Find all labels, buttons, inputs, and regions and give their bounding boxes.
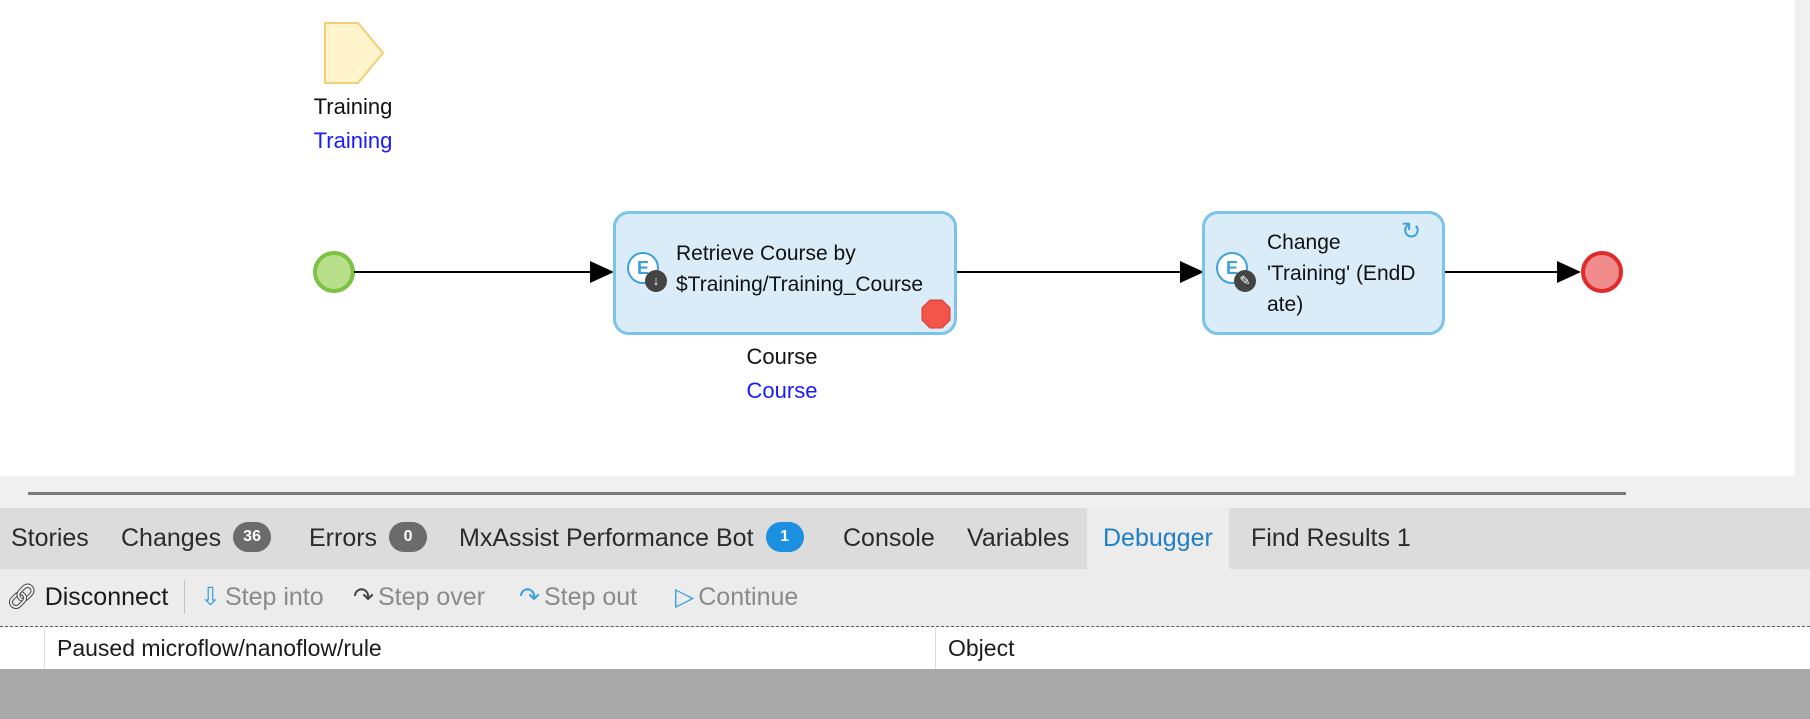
tab-console[interactable]: Console <box>843 508 935 569</box>
changes-count-badge: 36 <box>233 522 272 553</box>
continue-label: Continue <box>698 583 799 611</box>
pencil-icon: ✎ <box>1234 270 1256 292</box>
refresh-icon: ↻ <box>1401 218 1422 245</box>
toolbar-separator <box>184 580 185 614</box>
step-out-label: Step out <box>543 583 638 611</box>
activity-output-name: Course <box>746 344 818 369</box>
activity-caption: Retrieve Course by $Training/Training_Co… <box>676 242 924 296</box>
step-into-button[interactable]: ⇩ Step into <box>200 569 324 626</box>
parameter-name: Training <box>313 94 393 119</box>
step-over-label: Step over <box>377 583 485 611</box>
tab-label: Errors <box>309 524 378 552</box>
tab-label: Changes <box>121 524 222 552</box>
step-into-label: Step into <box>224 583 324 611</box>
column-divider <box>44 627 45 669</box>
end-event[interactable] <box>1581 251 1623 293</box>
vertical-scrollbar[interactable] <box>1795 0 1810 508</box>
disconnect-button[interactable]: 🔗︎ Disconnect <box>6 569 168 626</box>
flow-arrow-2 <box>1180 261 1204 283</box>
step-out-icon: ↷ <box>519 583 540 611</box>
column-divider <box>935 627 936 669</box>
tab-changes[interactable]: Changes 36 <box>121 508 272 569</box>
flow-arrow-1 <box>590 261 614 283</box>
download-icon: ↓ <box>645 270 667 292</box>
mxassist-count-badge: 1 <box>765 522 804 553</box>
tab-errors[interactable]: Errors 0 <box>309 508 428 569</box>
paused-flows-grid-body <box>0 669 1810 719</box>
step-out-button[interactable]: ↷ Step out <box>519 569 637 626</box>
tab-label: Variables <box>967 524 1070 552</box>
tab-label: MxAssist Performance Bot <box>459 524 754 552</box>
column-header-object[interactable]: Object <box>948 627 1014 669</box>
activity-retrieve-course[interactable]: E ↓ Retrieve Course by $Training/Trainin… <box>613 211 957 335</box>
continue-button[interactable]: ▷ Continue <box>675 569 798 626</box>
parameter-shape[interactable] <box>324 22 385 84</box>
step-into-icon: ⇩ <box>200 583 221 611</box>
tab-variables[interactable]: Variables <box>967 508 1069 569</box>
activity-change-training[interactable]: E ✎ Change 'Training' (EndD ate) ↻ <box>1202 211 1445 335</box>
tab-label: Stories <box>11 524 89 552</box>
parameter-type: Training <box>313 128 393 153</box>
disconnect-label: Disconnect <box>44 583 169 611</box>
errors-count-badge: 0 <box>389 522 428 553</box>
start-event[interactable] <box>313 251 355 293</box>
continue-icon: ▷ <box>675 583 695 611</box>
tab-label: Debugger <box>1103 524 1213 552</box>
tab-debugger[interactable]: Debugger <box>1087 508 1229 569</box>
tab-label: Console <box>843 524 935 552</box>
flow-arrow-3 <box>1557 261 1581 283</box>
step-over-icon: ↷ <box>353 583 374 611</box>
breakpoint-icon[interactable] <box>921 299 951 329</box>
tab-label: Find Results 1 <box>1251 524 1411 552</box>
step-over-button[interactable]: ↷ Step over <box>353 569 485 626</box>
activity-output-type: Course <box>746 378 818 403</box>
horizontal-scrollbar-thumb[interactable] <box>28 492 1626 495</box>
tab-find-results-1[interactable]: Find Results 1 <box>1251 508 1411 569</box>
tab-stories[interactable]: Stories <box>11 508 89 569</box>
tab-mxassist-performance-bot[interactable]: MxAssist Performance Bot 1 <box>459 508 804 569</box>
column-header-paused-flow[interactable]: Paused microflow/nanoflow/rule <box>57 627 382 669</box>
link-icon: 🔗︎ <box>6 583 38 611</box>
activity-caption: Change 'Training' (EndD ate) <box>1267 231 1416 316</box>
